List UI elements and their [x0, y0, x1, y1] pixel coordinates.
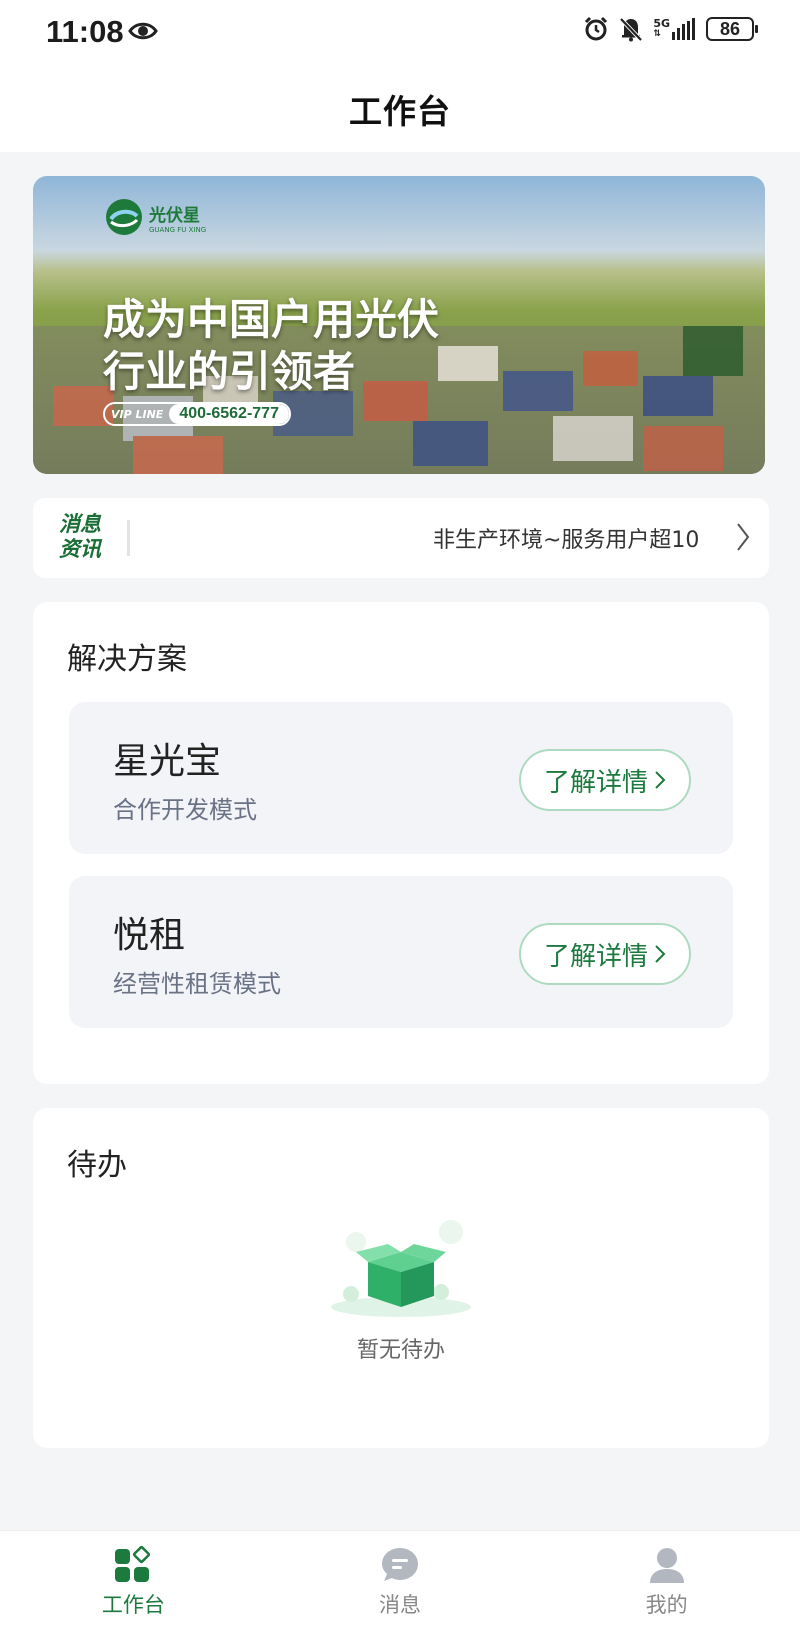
banner-headline-line2: 行业的引领者 [103, 347, 356, 396]
status-icons: 5G ⇅ 86 [583, 16, 758, 42]
chevron-right-icon[interactable] [735, 520, 751, 554]
vip-phone: 400-6562-777 [169, 404, 289, 424]
solution-desc: 经营性租赁模式 [113, 970, 281, 998]
solutions-title: 解决方案 [67, 642, 187, 677]
tab-label: 工作台 [101, 1593, 165, 1617]
todo-title: 待办 [67, 1148, 127, 1183]
learn-more-button[interactable]: 了解详情 [519, 923, 691, 985]
bottom-tabbar: 工作台 消息 我的 [0, 1530, 800, 1633]
profile-icon [649, 1548, 684, 1583]
status-time: 11:08 [46, 14, 124, 49]
solution-item-xingguangbao[interactable]: 星光宝 合作开发模式 了解详情 [69, 702, 733, 854]
message-icon [382, 1548, 418, 1581]
news-badge-line1: 消息 [59, 512, 101, 536]
banner-headline-line1: 成为中国户用光伏 [103, 295, 440, 344]
chevron-right-icon [655, 945, 666, 963]
alarm-icon [585, 16, 608, 41]
empty-state: 暂无待办 [33, 1212, 769, 1364]
banner-brand-sub: GUANG FU XING [149, 225, 207, 234]
brand-logo-icon [106, 199, 142, 235]
solution-name: 悦租 [113, 915, 186, 956]
banner-headline: 成为中国户用光伏 行业的引领者 [103, 294, 439, 398]
news-text: 非生产环境~服务用户超10 [433, 528, 700, 553]
workbench-icon [115, 1545, 151, 1582]
solution-desc: 合作开发模式 [113, 796, 257, 824]
tab-label: 消息 [379, 1593, 421, 1617]
vip-label: VIP LINE [111, 407, 164, 421]
tab-profile[interactable]: 我的 [533, 1531, 800, 1633]
eye-icon [128, 22, 158, 40]
todo-card: 待办 暂无待办 [33, 1108, 769, 1448]
learn-more-label: 了解详情 [543, 941, 648, 972]
page-title: 工作台 [349, 92, 451, 131]
tab-workbench[interactable]: 工作台 [0, 1531, 267, 1633]
news-badge-line2: 资讯 [59, 537, 101, 561]
news-ticker[interactable]: 消息 资讯 非生产环境~服务用户超10 [33, 498, 769, 578]
status-bar: 11:08 5G ⇅ 86 [0, 0, 800, 66]
banner-logo: 光伏星 GUANG FU XING [105, 198, 206, 236]
solution-name: 星光宝 [113, 741, 222, 782]
chevron-right-icon [655, 771, 666, 789]
news-badge: 消息 资讯 [59, 512, 101, 562]
empty-text: 暂无待办 [356, 1338, 445, 1363]
learn-more-label: 了解详情 [543, 767, 648, 798]
network-type: 5G [653, 17, 670, 30]
banner-vip-line: VIP LINE 400-6562-777 [103, 402, 291, 426]
learn-more-button[interactable]: 了解详情 [519, 749, 691, 811]
mute-bell-icon [619, 17, 643, 42]
news-divider [127, 520, 130, 556]
signal-icon [672, 18, 695, 40]
banner-brand: 光伏星 [149, 205, 200, 226]
empty-box-icon [331, 1220, 471, 1317]
solution-item-yuezu[interactable]: 悦租 经营性租赁模式 了解详情 [69, 876, 733, 1028]
promo-banner[interactable]: 光伏星 GUANG FU XING 成为中国户用光伏 行业的引领者 VIP LI… [33, 176, 765, 474]
battery-indicator: 86 [706, 17, 758, 41]
solutions-card: 解决方案 星光宝 合作开发模式 了解详情 悦租 经营性租赁模式 了解详情 [33, 602, 769, 1084]
tab-messages[interactable]: 消息 [267, 1531, 534, 1633]
title-bar: 工作台 [0, 66, 800, 152]
network-indicator: 5G ⇅ [653, 18, 696, 40]
tab-label: 我的 [645, 1593, 688, 1617]
